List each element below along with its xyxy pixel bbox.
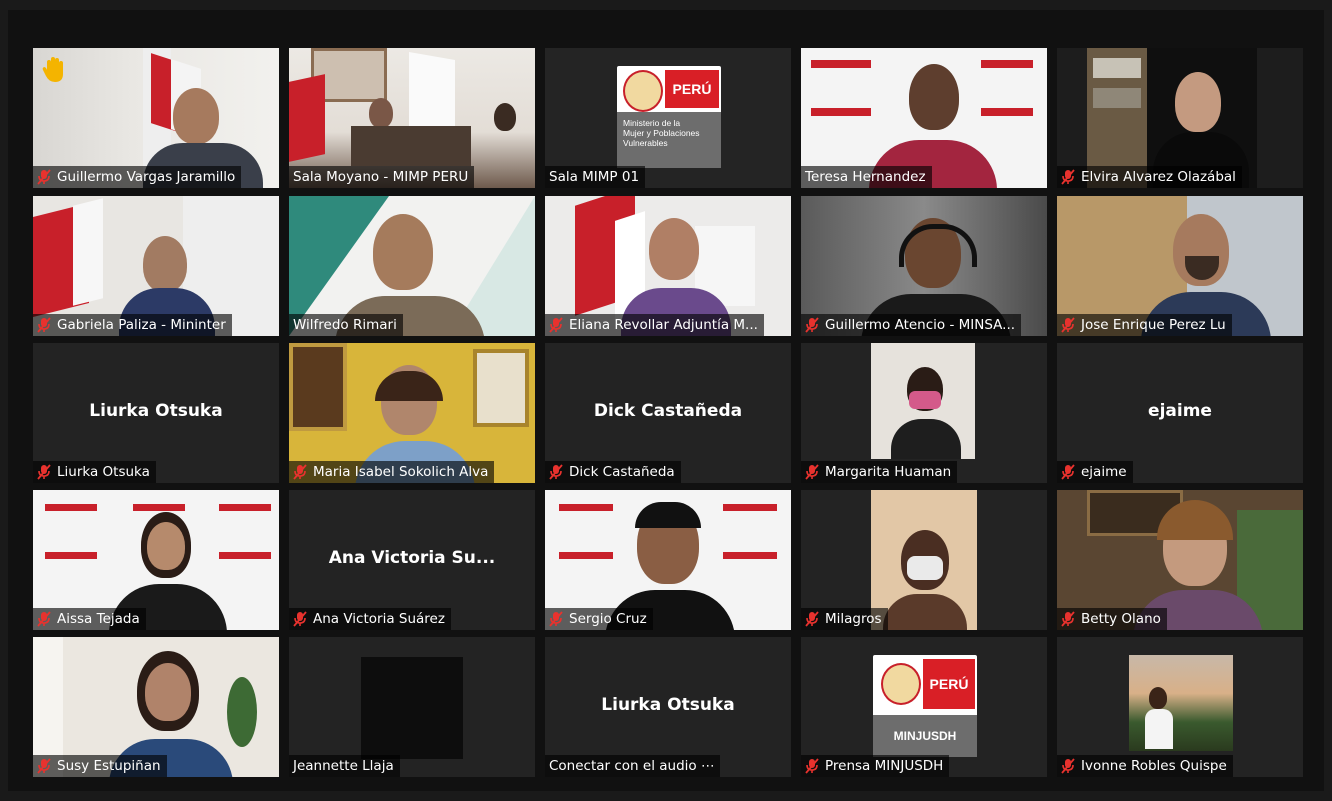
participant-name-label: Prensa MINJUSDH <box>801 755 950 777</box>
video-tile[interactable]: Liurka Otsuka Liurka Otsuka <box>33 343 279 483</box>
muted-mic-icon <box>293 611 307 627</box>
video-tile[interactable]: PERÚ MINJUSDH Prensa MINJUSDH <box>801 637 1047 777</box>
muted-mic-icon <box>1061 317 1075 333</box>
participant-name-label: Jeannette Llaja <box>289 755 400 777</box>
participant-display-name: ejaime <box>1148 401 1212 421</box>
video-tile[interactable]: Guillermo Atencio - MINSA... <box>801 196 1047 336</box>
video-tile[interactable]: Gabriela Paliza - Mininter <box>33 196 279 336</box>
video-tile[interactable]: Margarita Huaman <box>801 343 1047 483</box>
muted-mic-icon <box>1061 611 1075 627</box>
participant-name-label: Teresa Hernandez <box>801 166 932 188</box>
muted-mic-icon <box>805 758 819 774</box>
participant-name-label: Milagros <box>801 608 888 630</box>
video-tile[interactable]: Dick Castañeda Dick Castañeda <box>545 343 791 483</box>
muted-mic-icon <box>293 464 307 480</box>
participant-name-label: Guillermo Vargas Jaramillo <box>33 166 242 188</box>
video-gallery: Guillermo Vargas Jaramillo Sala Moyano -… <box>8 10 1324 791</box>
video-tile[interactable]: Guillermo Vargas Jaramillo <box>33 48 279 188</box>
muted-mic-icon <box>1061 758 1075 774</box>
video-tile[interactable]: Sala Moyano - MIMP PERU <box>289 48 535 188</box>
raised-hand-icon <box>42 57 63 82</box>
participant-name-label: Guillermo Atencio - MINSA... <box>801 314 1022 336</box>
ministry-logo: PERÚ MINJUSDH <box>873 655 977 757</box>
video-tile[interactable]: Jeannette Llaja <box>289 637 535 777</box>
video-tile[interactable]: Susy Estupiñan <box>33 637 279 777</box>
muted-mic-icon <box>37 611 51 627</box>
participant-name-label: Dick Castañeda <box>545 461 681 483</box>
muted-mic-icon <box>37 464 51 480</box>
muted-mic-icon <box>37 758 51 774</box>
muted-mic-icon <box>805 317 819 333</box>
participant-name-label: ejaime <box>1057 461 1133 483</box>
participant-name-label: Maria Isabel Sokolich Alva <box>289 461 495 483</box>
participant-name-label: Ivonne Robles Quispe <box>1057 755 1233 777</box>
participant-name-label: Elvira Alvarez Olazábal <box>1057 166 1242 188</box>
video-tile[interactable]: Ivonne Robles Quispe <box>1057 637 1303 777</box>
video-tile[interactable]: Milagros <box>801 490 1047 630</box>
participant-name-label: Liurka Otsuka <box>33 461 156 483</box>
participant-name-label: Jose Enrique Perez Lu <box>1057 314 1232 336</box>
muted-mic-icon <box>805 611 819 627</box>
video-tile[interactable]: Aissa Tejada <box>33 490 279 630</box>
muted-mic-icon <box>549 611 563 627</box>
video-tile[interactable]: Eliana Revollar Adjuntía M... <box>545 196 791 336</box>
muted-mic-icon <box>805 464 819 480</box>
video-tile[interactable]: Teresa Hernandez <box>801 48 1047 188</box>
participant-name-label: Wilfredo Rimari <box>289 314 403 336</box>
video-tile[interactable]: Wilfredo Rimari <box>289 196 535 336</box>
video-tile-active-speaker[interactable]: PERÚ Ministerio de la Mujer y Poblacione… <box>545 48 791 188</box>
video-tile[interactable]: Jose Enrique Perez Lu <box>1057 196 1303 336</box>
participant-name-label: Betty Olano <box>1057 608 1167 630</box>
muted-mic-icon <box>549 317 563 333</box>
video-tile[interactable]: Elvira Alvarez Olazábal <box>1057 48 1303 188</box>
video-tile[interactable]: Betty Olano <box>1057 490 1303 630</box>
muted-mic-icon <box>1061 169 1075 185</box>
blank-video-placeholder <box>361 657 463 759</box>
video-tile[interactable]: Liurka Otsuka Conectar con el audio ⋯ <box>545 637 791 777</box>
participant-display-name: Liurka Otsuka <box>89 401 223 421</box>
participant-name-label: Sala MIMP 01 <box>545 166 646 188</box>
participant-name-label: Ana Victoria Suárez <box>289 608 451 630</box>
muted-mic-icon <box>549 464 563 480</box>
coat-of-arms-icon <box>881 663 921 705</box>
participant-name-label: Sala Moyano - MIMP PERU <box>289 166 475 188</box>
muted-mic-icon <box>1061 464 1075 480</box>
participant-display-name: Dick Castañeda <box>593 401 743 421</box>
participant-name-label: Eliana Revollar Adjuntía M... <box>545 314 764 336</box>
participant-display-name: Liurka Otsuka <box>601 695 735 715</box>
video-tile[interactable]: Maria Isabel Sokolich Alva <box>289 343 535 483</box>
connect-audio-label[interactable]: Conectar con el audio ⋯ <box>545 755 721 777</box>
video-tile[interactable]: Sergio Cruz <box>545 490 791 630</box>
ministry-logo: PERÚ Ministerio de la Mujer y Poblacione… <box>617 66 721 168</box>
participant-display-name: Ana Victoria Su... <box>328 548 496 568</box>
participant-name-label: Aissa Tejada <box>33 608 146 630</box>
coat-of-arms-icon <box>623 70 663 112</box>
muted-mic-icon <box>37 169 51 185</box>
participant-name-label: Margarita Huaman <box>801 461 958 483</box>
participant-name-label: Susy Estupiñan <box>33 755 167 777</box>
muted-mic-icon <box>37 317 51 333</box>
video-tile[interactable]: Ana Victoria Su... Ana Victoria Suárez <box>289 490 535 630</box>
participant-name-label: Gabriela Paliza - Mininter <box>33 314 232 336</box>
video-tile[interactable]: ejaime ejaime <box>1057 343 1303 483</box>
participant-name-label: Sergio Cruz <box>545 608 653 630</box>
